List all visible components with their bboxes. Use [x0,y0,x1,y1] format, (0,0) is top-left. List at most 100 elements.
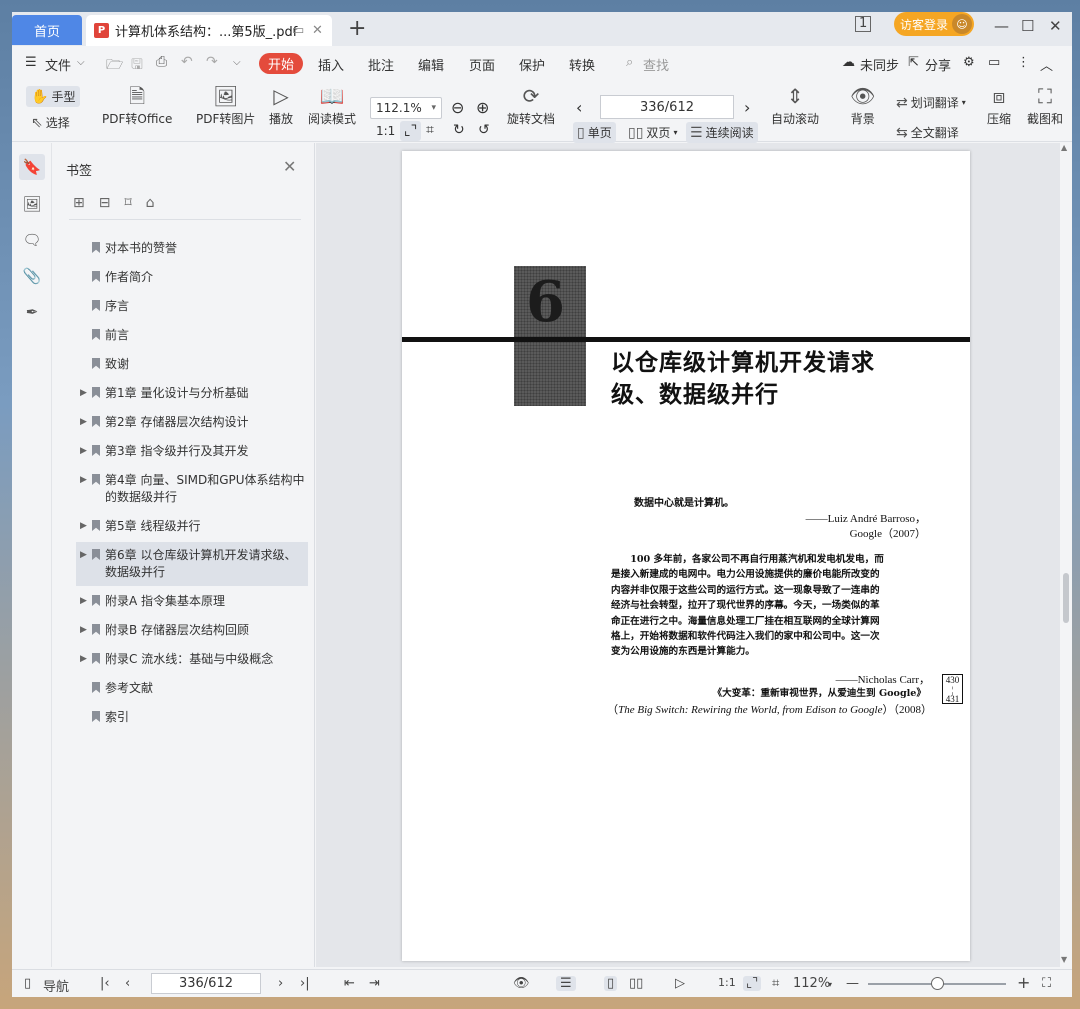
status-zoom-value[interactable]: 112% [793,976,830,991]
close-window-icon[interactable]: ✕ [1049,17,1062,35]
message-icon[interactable]: ▭ [988,55,1000,70]
rotate-right-icon[interactable]: ↻ [453,122,465,138]
continuous-read-button[interactable]: ☰ 连续阅读 [686,122,758,143]
zoom-select[interactable]: 112.1% ▾ [370,97,442,119]
expand-arrow-icon[interactable]: ▶ [80,472,87,489]
scroll-down-icon[interactable]: ▼ [1061,955,1067,964]
quick-access-dropdown-icon[interactable]: ⌵ [233,57,241,68]
continuous-mode-icon[interactable]: ☰ [556,976,576,991]
save-icon[interactable]: 🖫 [131,54,143,78]
expand-arrow-icon[interactable]: ▶ [80,443,87,460]
bookmark-item[interactable]: ▶ 第2章 存储器层次结构设计 [76,414,308,432]
bookmark-item[interactable]: ▶ 第3章 指令级并行及其开发 [76,443,308,461]
settings-icon[interactable]: ⚙ [963,55,975,70]
bookmark-item[interactable]: 作者简介 [76,269,308,287]
play-mode-icon[interactable]: ▷ [675,976,685,991]
maximize-icon[interactable]: ☐ [1021,17,1034,35]
menu-start[interactable]: 开始 [259,53,303,74]
thumbnail-icon[interactable]: 🖼 [19,191,45,217]
menu-protect[interactable]: 保护 [519,55,545,74]
window-layout-icon[interactable]: 1 [855,16,872,32]
double-page-button[interactable]: ▯▯ 双页 ▾ [628,124,677,141]
scroll-up-icon[interactable]: ▲ [1061,143,1067,152]
bookmark-item[interactable]: 序言 [76,298,308,316]
expand-arrow-icon[interactable]: ▶ [80,593,87,610]
tab-document[interactable]: P 计算机体系结构：...第5版_.pdf ▭ ✕ [86,15,332,46]
bookmark-item[interactable]: ▶ 附录A 指令集基本原理 [76,593,308,611]
add-child-bookmark-icon[interactable]: ⊟ [99,195,111,211]
back-icon[interactable]: ⇤ [344,976,355,991]
redo-icon[interactable]: ↷ [206,54,218,70]
fullscreen-icon[interactable]: ⛶ [1042,976,1051,991]
double-page-mode-icon[interactable]: ▯▯ [629,976,643,991]
document-area[interactable]: 6 以仓库级计算机开发请求 级、数据级并行 数据中心就是计算机。 ——Luiz … [316,143,1060,967]
share-icon[interactable]: ⇱ [908,55,919,70]
menu-file[interactable]: 文件 [45,55,71,74]
status-page-input[interactable]: 336/612 [151,973,261,994]
word-translate-button[interactable]: ⇄ 划词翻译 ▾ [896,94,966,111]
zoom-in-button[interactable]: + [1017,973,1030,992]
zoom-in-icon[interactable]: ⊕ [476,98,489,117]
bookmark-item[interactable]: 参考文献 [76,680,308,698]
bookmark-item[interactable]: ▶ 第4章 向量、SIMD和GPU体系结构中的数据级并行 [76,472,308,508]
prev-page-icon[interactable]: ‹ [576,98,582,117]
zoom-out-icon[interactable]: ⊖ [451,98,464,117]
bookmark-item[interactable]: 索引 [76,709,308,727]
bookmark-item[interactable]: 致谢 [76,356,308,374]
chevron-down-icon[interactable]: ▾ [828,980,832,989]
expand-arrow-icon[interactable]: ▶ [80,414,87,431]
close-panel-icon[interactable]: ✕ [283,157,296,176]
new-tab-button[interactable]: + [348,16,366,41]
share-button[interactable]: 分享 [925,55,951,74]
fit-page-icon[interactable]: ⌞⌝ [400,121,422,141]
eye-protect-icon[interactable]: 👁 [513,976,530,991]
background-button[interactable]: 👁 背景 [850,82,875,127]
vertical-scrollbar[interactable]: ▲ ▼ [1060,143,1072,967]
nav-panel-icon[interactable]: ▯ [24,976,31,991]
first-page-icon[interactable]: |‹ [100,976,110,991]
bookmark-star-icon[interactable]: ⌑ [124,195,131,211]
pin-icon[interactable]: ▭ [292,23,304,38]
hamburger-icon[interactable]: ☰ [25,55,37,70]
bookmark-item[interactable]: ▶ 第5章 线程级并行 [76,518,308,536]
zoom-slider-knob[interactable] [931,977,944,990]
pdf-to-image-button[interactable]: 🖼 PDF转图片 [196,82,255,127]
play-button[interactable]: ▷ 播放 [269,82,293,127]
expand-arrow-icon[interactable]: ▶ [80,385,87,402]
fit-page-icon[interactable]: ⌞⌝ [743,976,762,991]
bookmark-panel-icon[interactable]: 🔖 [19,154,45,180]
comment-icon[interactable]: 🗨 [19,227,45,253]
visitor-login-button[interactable]: 访客登录 ☺ [894,12,974,36]
forward-icon[interactable]: ⇥ [369,976,380,991]
full-translate-button[interactable]: ⇆ 全文翻译 [896,124,959,141]
more-icon[interactable]: ⋮ [1017,55,1030,70]
chevron-down-icon[interactable]: ⌵ [77,57,85,68]
bookmark-item[interactable]: ▶ 第6章 以仓库级计算机开发请求级、数据级并行 [76,542,308,586]
menu-insert[interactable]: 插入 [318,55,344,74]
add-bookmark-icon[interactable]: ⊞ [73,195,85,211]
bookmark-item[interactable]: 前言 [76,327,308,345]
bookmark-item[interactable]: ▶ 第1章 量化设计与分析基础 [76,385,308,403]
expand-arrow-icon[interactable]: ▶ [80,547,87,564]
search-icon[interactable]: ⌕ [626,55,633,70]
select-tool-button[interactable]: ⇖ 选择 [31,114,70,131]
bookmark-item[interactable]: ▶ 附录B 存储器层次结构回顾 [76,622,308,640]
undo-icon[interactable]: ↶ [181,54,193,70]
hand-tool-button[interactable]: ✋ 手型 [26,86,81,107]
expand-arrow-icon[interactable]: ▶ [80,518,87,535]
zoom-out-button[interactable]: — [846,976,859,991]
single-page-button[interactable]: ▯ 单页 [573,122,616,143]
bookmark-item[interactable]: 对本书的赞誉 [76,240,308,258]
collapse-ribbon-icon[interactable]: ︿ [1040,55,1053,74]
read-mode-button[interactable]: 📖 阅读模式 [308,82,356,127]
screenshot-button[interactable]: ⛶ 截图和 [1025,82,1065,127]
close-tab-icon[interactable]: ✕ [312,23,323,38]
cloud-sync-icon[interactable]: ☁ [842,55,855,70]
signature-icon[interactable]: ✒ [19,299,45,325]
actual-size-icon[interactable]: 1:1 [376,124,395,138]
scroll-thumb[interactable] [1063,573,1069,623]
nav-button[interactable]: 导航 [43,976,69,995]
unsync-label[interactable]: 未同步 [860,55,899,74]
next-page-icon[interactable]: › [278,976,283,991]
page-input[interactable]: 336/612 [600,95,734,119]
